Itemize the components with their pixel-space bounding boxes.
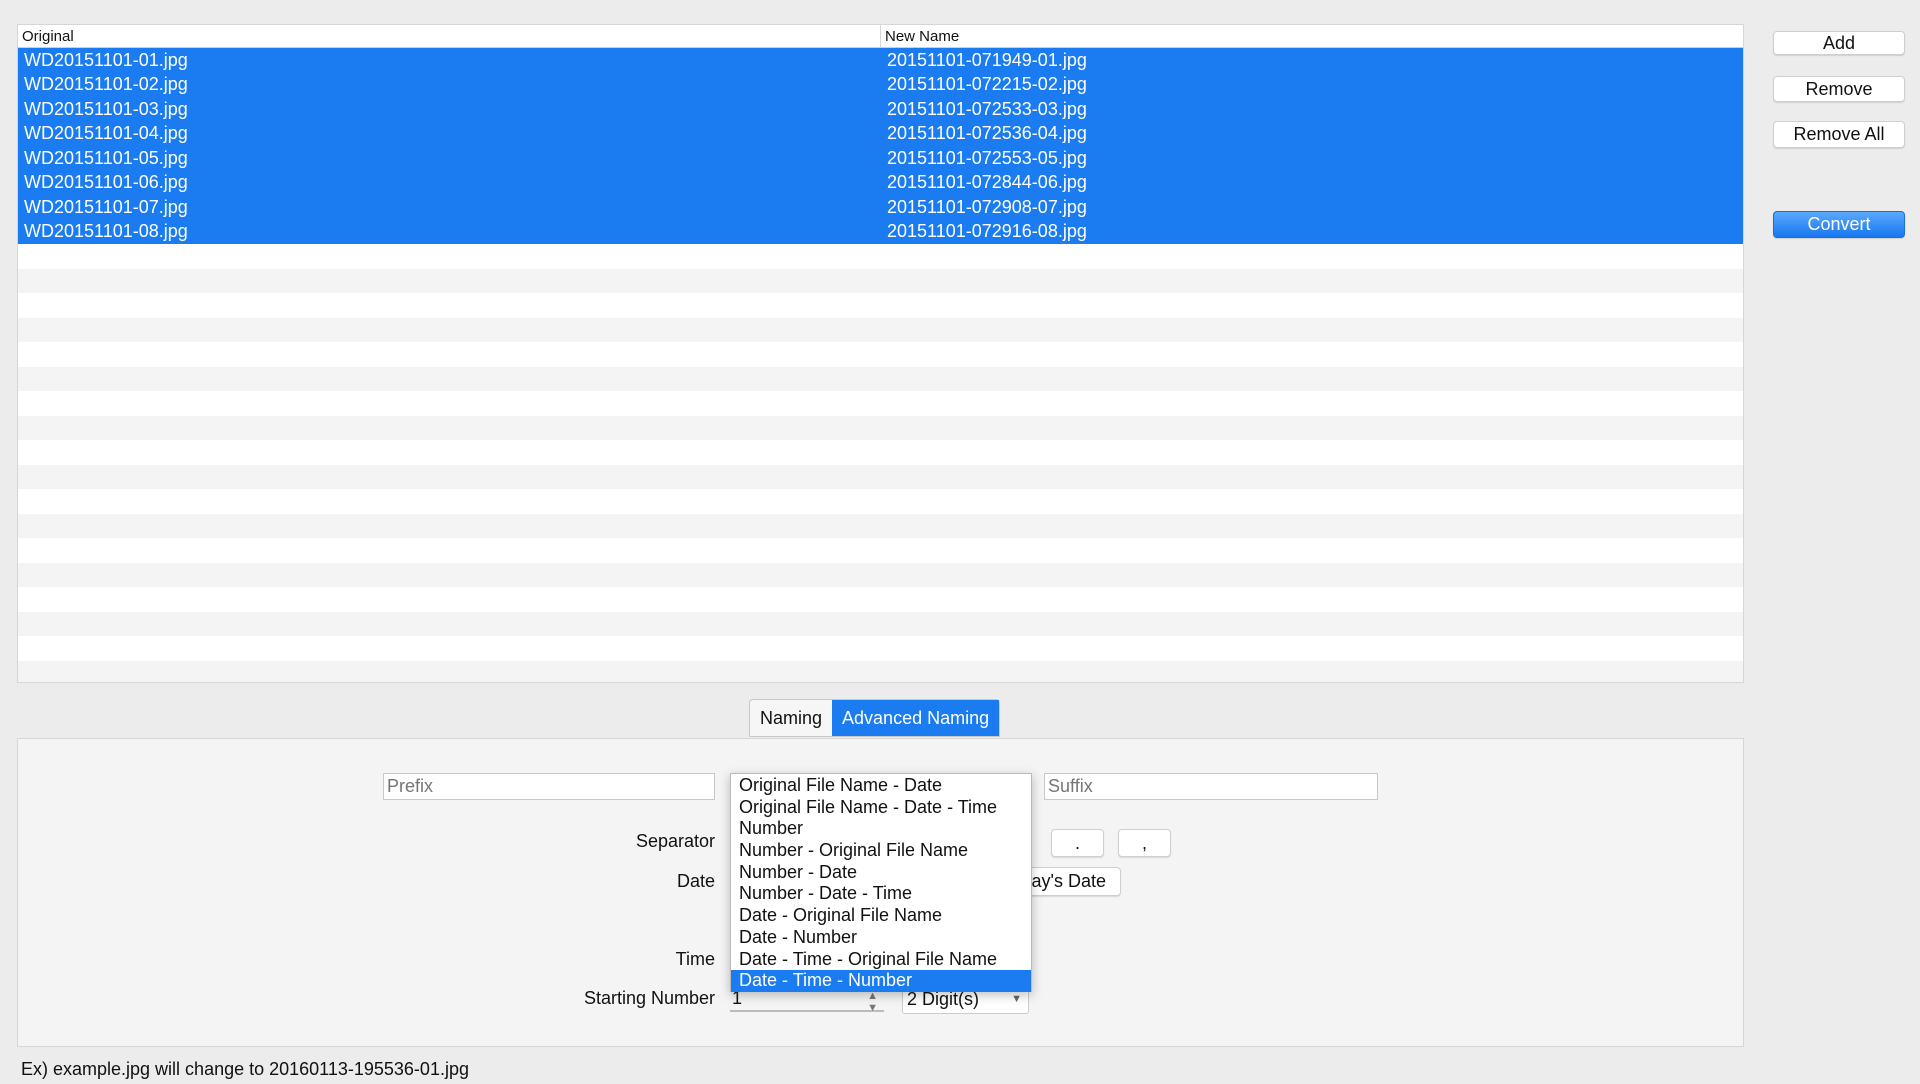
original-name-cell: WD20151101-07.jpg [24,196,188,217]
example-text: Ex) example.jpg will change to 20160113-… [21,1059,469,1079]
table-row[interactable] [18,268,1743,293]
table-row[interactable] [18,489,1743,514]
table-row[interactable] [18,636,1743,661]
table-body: WD20151101-01.jpg 20151101-071949-01.jpg W… [18,48,1743,682]
format-option[interactable]: Number - Date - Time [731,883,1031,905]
format-option[interactable]: Date - Original File Name [731,905,1031,927]
tab-advanced-naming[interactable]: Advanced Naming [832,700,1000,736]
table-row[interactable] [18,611,1743,636]
table-row[interactable] [18,244,1743,269]
table-row[interactable] [18,562,1743,587]
column-new-name[interactable]: New Name [881,25,963,47]
new-name-cell: 20151101-072908-07.jpg [887,196,1087,217]
table-row[interactable] [18,293,1743,318]
format-option[interactable]: Date - Time - Original File Name [731,949,1031,971]
digits-value: 2 Digit(s) [907,989,980,1009]
remove-button[interactable]: Remove [1773,76,1905,102]
tab-naming[interactable]: Naming [750,700,832,736]
table-row[interactable]: WD20151101-02.jpg 20151101-072215-02.jpg [18,72,1743,97]
table-row[interactable]: WD20151101-05.jpg 20151101-072553-05.jpg [18,146,1743,171]
table-row[interactable] [18,513,1743,538]
separator-comma-button[interactable]: , [1118,829,1171,857]
format-option[interactable]: Number - Original File Name [731,840,1031,862]
original-name-cell: WD20151101-08.jpg [24,221,188,242]
suffix-input[interactable] [1044,773,1378,800]
format-option[interactable]: Date - Time - Number [731,970,1031,992]
starting-number-label: Starting Number [583,988,715,1008]
table-row[interactable] [18,366,1743,391]
table-row[interactable] [18,415,1743,440]
table-row[interactable] [18,464,1743,489]
file-table[interactable]: Original New Name WD20151101-01.jpg 20151… [17,24,1744,683]
original-name-cell: WD20151101-06.jpg [24,172,188,193]
original-name-cell: WD20151101-04.jpg [24,123,188,144]
column-original[interactable]: Original [18,25,881,47]
table-row[interactable]: WD20151101-08.jpg 20151101-072916-08.jpg [18,219,1743,244]
separator-dot-button[interactable]: . [1051,829,1104,857]
date-label: Date [676,871,715,891]
tab-bar: Naming Advanced Naming [749,699,1001,737]
table-header: Original New Name [18,25,1743,48]
convert-button[interactable]: Convert [1773,211,1905,238]
table-row[interactable] [18,391,1743,416]
format-dropdown-menu[interactable]: Original File Name - Date Original File N… [730,773,1032,992]
table-row[interactable]: WD20151101-06.jpg 20151101-072844-06.jpg [18,170,1743,195]
format-option[interactable]: Number [731,818,1031,840]
original-name-cell: WD20151101-05.jpg [24,147,188,168]
new-name-cell: 20151101-072215-02.jpg [887,74,1087,95]
new-name-cell: 20151101-072533-03.jpg [887,98,1087,119]
table-row[interactable] [18,660,1743,682]
remove-all-button[interactable]: Remove All [1773,121,1905,148]
format-option[interactable]: Date - Number [731,927,1031,949]
table-row[interactable] [18,538,1743,563]
stepper-arrows-icon[interactable]: ▲ ▼ [867,990,878,1014]
chevron-down-icon: ▼ [1011,993,1022,1005]
table-row[interactable] [18,587,1743,612]
new-name-cell: 20151101-072916-08.jpg [887,221,1087,242]
add-button[interactable]: Add [1773,31,1905,55]
separator-label: Separator [635,831,715,851]
format-option[interactable]: Original File Name - Date - Time [731,797,1031,819]
table-row[interactable]: WD20151101-04.jpg 20151101-072536-04.jpg [18,121,1743,146]
table-row[interactable] [18,342,1743,367]
format-option[interactable]: Original File Name - Date [731,775,1031,797]
table-row[interactable]: WD20151101-03.jpg 20151101-072533-03.jpg [18,97,1743,122]
original-name-cell: WD20151101-01.jpg [24,49,188,70]
prefix-input[interactable] [383,773,715,800]
time-label: Time [675,949,715,969]
new-name-cell: 20151101-072553-05.jpg [887,147,1087,168]
original-name-cell: WD20151101-03.jpg [24,98,188,119]
table-row[interactable] [18,440,1743,465]
new-name-cell: 20151101-072844-06.jpg [887,172,1087,193]
table-row[interactable]: WD20151101-07.jpg 20151101-072908-07.jpg [18,195,1743,220]
format-option[interactable]: Number - Date [731,862,1031,884]
original-name-cell: WD20151101-02.jpg [24,74,188,95]
table-row[interactable]: WD20151101-01.jpg 20151101-071949-01.jpg [18,48,1743,73]
new-name-cell: 20151101-071949-01.jpg [887,49,1087,70]
new-name-cell: 20151101-072536-04.jpg [887,123,1087,144]
table-row[interactable] [18,317,1743,342]
